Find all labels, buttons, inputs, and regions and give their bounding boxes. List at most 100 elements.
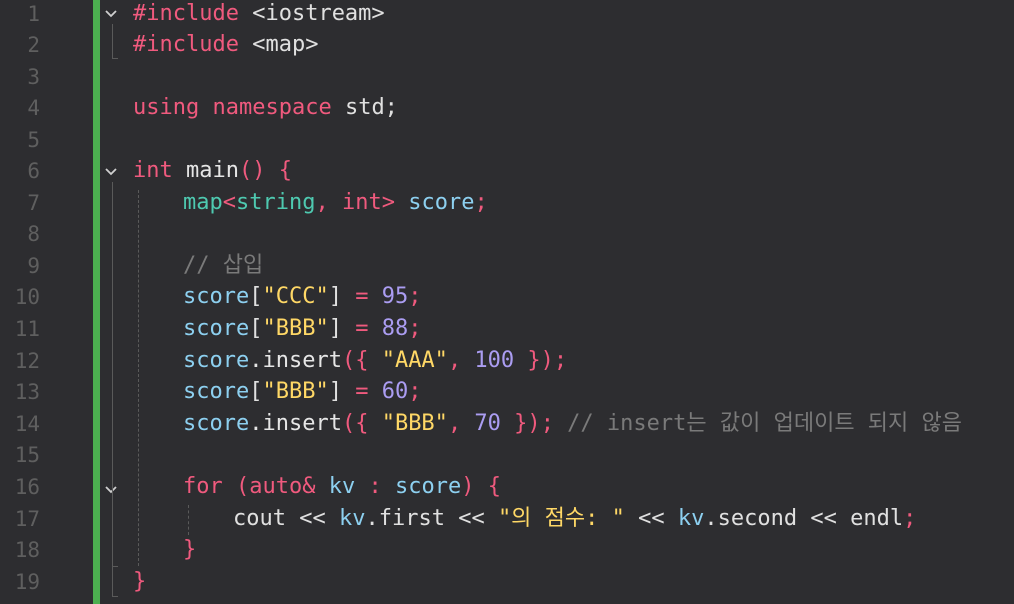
include-header: <iostream> [252,1,385,26]
chevron-down-icon[interactable] [103,164,119,180]
code-token: , [447,411,462,436]
line-number: 3 [27,65,40,89]
code-line[interactable]: score["BBB"] = 60; [183,376,421,408]
code-line[interactable]: } [183,534,196,566]
code-token: [ [249,379,263,404]
code-editor[interactable]: 1 2 3 4 5 6 7 8 9 10 11 12 13 14 15 16 1… [0,0,1014,604]
identifier: endl [850,506,904,531]
fold-outline-guide [112,24,113,58]
code-line[interactable]: using namespace std; [133,92,398,124]
code-token: }) [500,411,541,436]
chevron-down-icon[interactable] [103,482,119,498]
code-token: [ [249,284,263,309]
code-line[interactable]: int main() { [133,155,292,187]
variable: score [183,379,250,404]
line-number: 13 [14,380,40,404]
code-token: } [183,537,197,562]
code-token: = [341,379,382,404]
code-token: } [133,569,147,594]
line-number: 4 [27,96,40,120]
code-line[interactable]: // 삽입 [183,250,263,282]
line-number: 2 [27,33,40,57]
fold-outline-end [112,596,118,597]
code-token: () [238,158,266,183]
code-line[interactable]: score.insert({ "BBB", 70 }); // insert는 … [183,408,962,440]
keyword: for [183,474,223,499]
line-number: 12 [14,349,40,373]
code-line[interactable]: score["BBB"] = 88; [183,313,421,345]
indent-guide [188,505,189,535]
code-token: : [355,474,382,499]
line-number: 17 [14,507,40,531]
identifier: cout [233,506,286,531]
number-literal: 95 [381,284,409,309]
code-token: ] [328,284,342,309]
method-name: .insert [249,411,342,436]
code-line[interactable]: } [133,566,146,598]
preprocessor-directive: #include [133,32,239,57]
type-name: map [183,190,223,215]
code-token: { [265,158,292,183]
variable: kv [677,506,705,531]
code-line[interactable]: map<string, int> score; [183,187,488,219]
comment: // insert는 값이 업데이트 되지 않음 [553,411,963,436]
code-line[interactable]: cout << kv.first << "의 점수: " << kv.secon… [233,503,916,535]
line-number: 6 [27,159,40,183]
line-number: 14 [14,412,40,436]
comment: // 삽입 [183,253,264,278]
code-line[interactable]: #include <iostream> [133,0,385,30]
line-number: 5 [27,128,40,152]
code-token: ( [222,474,250,499]
number-literal: 100 [461,348,515,373]
code-token: ] [328,316,342,341]
function-name: main [172,158,239,183]
code-token: << [624,506,678,531]
code-token: > [381,190,395,215]
line-number: 19 [14,570,40,594]
code-token: ; [474,190,488,215]
keyword: auto& [249,474,316,499]
code-token: << [285,506,339,531]
indent-guide [138,190,139,566]
code-token: ; [540,411,554,436]
keyword: int [133,158,173,183]
variable: score [381,474,462,499]
line-number: 1 [27,2,40,26]
keyword: namespace [212,95,332,120]
code-token: , [447,348,462,373]
member-name: .first [365,506,445,531]
code-line[interactable]: #include <map> [133,29,318,61]
code-line[interactable]: score["CCC"] = 95; [183,281,421,313]
keyword: using [133,95,200,120]
code-token: < [222,190,236,215]
number-literal: 88 [381,316,409,341]
variable: score [183,411,250,436]
number-literal: 60 [381,379,409,404]
chevron-down-icon[interactable] [103,6,119,22]
string-literal: "BBB" [262,316,329,341]
variable: score [183,348,250,373]
code-token: = [341,284,382,309]
fold-outline-guide [112,500,113,566]
keyword: int [328,190,382,215]
code-token: ; [408,379,422,404]
number-literal: 70 [461,411,501,436]
code-token: [ [249,316,263,341]
line-number: 11 [14,317,40,341]
line-number: 9 [27,254,40,278]
type-name: string [236,190,316,215]
code-token: << [797,506,851,531]
code-line[interactable]: for (auto& kv : score) { [183,471,501,503]
code-token: ; [553,348,568,373]
code-token: ; [903,506,917,531]
code-token: }) [514,348,554,373]
code-token: , [315,190,329,215]
code-token: ({ [341,348,369,373]
code-token: ; [408,316,422,341]
member-name: .second [704,506,798,531]
line-number: 15 [14,443,40,467]
code-line[interactable]: score.insert({ "AAA", 100 }); [183,345,567,377]
